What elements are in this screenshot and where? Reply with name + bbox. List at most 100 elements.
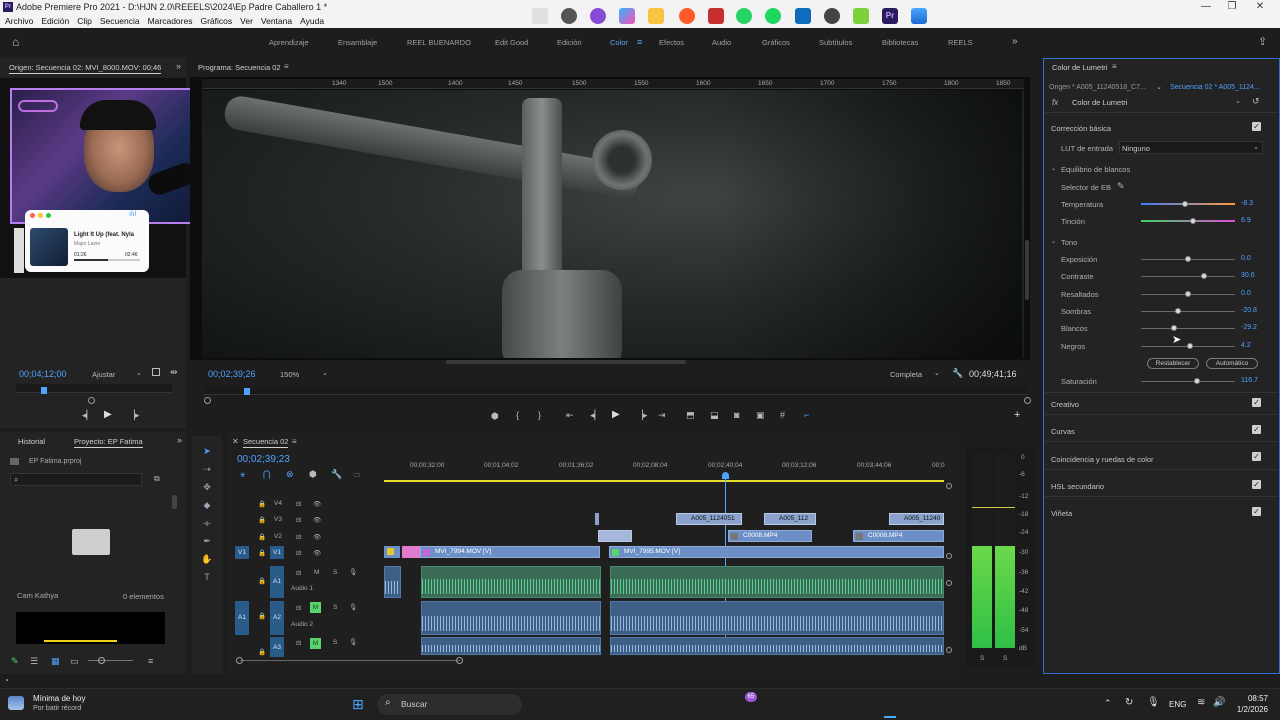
chevron-down-icon[interactable]: ⌄: [934, 369, 940, 377]
source-ruler[interactable]: [16, 384, 172, 393]
linked-selection-icon[interactable]: ⊗: [286, 469, 294, 480]
section-vignette[interactable]: Viñeta: [1051, 509, 1072, 518]
shadows-track[interactable]: [1141, 311, 1235, 312]
program-ruler-bar[interactable]: [204, 386, 1028, 395]
weather-icon[interactable]: [8, 696, 24, 710]
reset-icon[interactable]: ↺: [1252, 96, 1260, 107]
sync-icon[interactable]: ↻: [1125, 697, 1133, 708]
sync-lock-icon[interactable]: ⊟: [296, 533, 301, 541]
zoom-slider[interactable]: [88, 660, 133, 661]
freeform-view-icon[interactable]: ▭: [70, 656, 79, 667]
track-target-v1[interactable]: V1: [270, 546, 284, 559]
mute-a3[interactable]: M: [310, 638, 321, 649]
lock-icon[interactable]: 🔒: [258, 577, 266, 585]
maximize-icon[interactable]: ❐: [1222, 1, 1242, 12]
clip-a3-audio-1[interactable]: [421, 637, 601, 655]
menu-clip[interactable]: Clip: [77, 15, 92, 28]
lock-icon[interactable]: 🔒: [258, 500, 266, 508]
whites-track[interactable]: [1141, 328, 1235, 329]
chevron-down-icon[interactable]: ⌄: [1235, 97, 1241, 105]
panel-expand-icon[interactable]: »: [177, 435, 182, 445]
volume-icon[interactable]: 🔊: [1213, 697, 1225, 708]
ws-aprendizaje[interactable]: Aprendizaje: [269, 38, 309, 47]
outlook-icon[interactable]: [795, 8, 811, 24]
type-tool-icon[interactable]: T: [200, 572, 214, 582]
sync-lock-icon[interactable]: ⊟: [296, 500, 301, 508]
track-target-a3[interactable]: A3: [270, 637, 284, 657]
exposure-knob[interactable]: [1185, 256, 1191, 262]
ws-edicion[interactable]: Edición: [557, 38, 582, 47]
ws-menu-icon[interactable]: ≡: [637, 37, 642, 47]
timeline-h-scrollbar[interactable]: [240, 660, 460, 661]
clip-v2-c0008-1[interactable]: C0008.MP4: [728, 530, 812, 542]
chevron-down-icon[interactable]: ⌄: [1156, 83, 1162, 91]
menu-ayuda[interactable]: Ayuda: [300, 15, 324, 28]
mic-icon[interactable]: 🎙: [349, 603, 357, 611]
program-quality-select[interactable]: Completa: [890, 370, 922, 379]
tone-label[interactable]: Tono: [1061, 238, 1077, 247]
lock-icon[interactable]: 🔒: [258, 549, 266, 557]
chevron-up-icon[interactable]: ⌃: [1104, 698, 1112, 709]
ripple-edit-icon[interactable]: ✥: [200, 482, 214, 493]
whatsapp-icon[interactable]: [736, 8, 752, 24]
section-hsl-secondary[interactable]: HSL secundario: [1051, 482, 1104, 491]
section-basic-correction[interactable]: Corrección básica: [1051, 124, 1111, 133]
blacks-knob[interactable]: [1186, 343, 1193, 349]
menu-archivo[interactable]: Archivo: [5, 15, 33, 28]
ws-reels[interactable]: REELS: [948, 38, 973, 47]
auto-button[interactable]: Automático: [1206, 358, 1258, 369]
clip-a3-audio-2[interactable]: [610, 637, 944, 655]
minimize-icon[interactable]: —: [1196, 1, 1216, 12]
menu-edicion[interactable]: Edición: [41, 15, 69, 28]
clip-v2-short[interactable]: [598, 530, 632, 542]
snap-icon[interactable]: ⋂: [263, 469, 270, 480]
ws-bibliotecas[interactable]: Bibliotecas: [882, 38, 918, 47]
source-playhead[interactable]: [41, 387, 47, 394]
reset-button[interactable]: Restablecer: [1147, 358, 1199, 369]
contrast-knob[interactable]: [1200, 273, 1207, 279]
program-playhead[interactable]: [244, 388, 250, 395]
photos-icon[interactable]: [911, 8, 927, 24]
white-balance-label[interactable]: Equilibrio de blancos: [1061, 165, 1130, 174]
safe-margins-icon[interactable]: ⌐: [804, 410, 809, 420]
lumetri-source-clip[interactable]: Origen * A005_11240518_C7...: [1049, 84, 1153, 91]
grid-icon[interactable]: #: [780, 410, 785, 420]
chevron-down-icon[interactable]: ⌄: [136, 369, 142, 377]
sort-icon[interactable]: ≡: [148, 656, 153, 666]
timeline-ruler[interactable]: 00;00;32;00 00;01;04;02 00;01;36;02 00;0…: [384, 460, 945, 482]
mic-icon[interactable]: 🎙: [349, 568, 357, 576]
step-back-icon[interactable]: ◂▏: [590, 410, 601, 421]
ws-subtitulos[interactable]: Subtítulos: [819, 38, 852, 47]
clip-v1-small[interactable]: [384, 546, 400, 558]
saturation-track[interactable]: [1141, 381, 1235, 382]
captions-icon[interactable]: ▭: [353, 470, 361, 479]
lumetri-effect-name[interactable]: Color de Lumetri: [1072, 98, 1127, 107]
section-curves[interactable]: Curvas: [1051, 427, 1075, 436]
chevron-down-icon[interactable]: ⌄: [1051, 238, 1056, 245]
sync-lock-icon[interactable]: ⊟: [296, 549, 301, 557]
track-target-a2[interactable]: A2: [270, 601, 284, 635]
highlights-knob[interactable]: [1185, 291, 1191, 297]
mark-out-icon[interactable]: }: [538, 410, 541, 420]
close-icon[interactable]: ✕: [232, 437, 239, 446]
shadows-knob[interactable]: [1174, 308, 1181, 314]
bin-name[interactable]: Cam Kathya: [17, 591, 58, 600]
step-forward-icon[interactable]: ▕▸: [636, 410, 647, 421]
ws-audio[interactable]: Audio: [712, 38, 731, 47]
program-zoom-select[interactable]: 150%: [280, 370, 299, 379]
clip-v1-pink[interactable]: [402, 546, 420, 558]
language-indicator[interactable]: ENG: [1169, 700, 1186, 709]
track-zoom-handle[interactable]: [946, 580, 952, 586]
saturation-value[interactable]: 116.7: [1241, 377, 1258, 384]
track-select-icon[interactable]: ⇢: [200, 464, 214, 475]
nest-icon[interactable]: ⚹: [240, 469, 245, 480]
eye-icon[interactable]: 👁: [313, 516, 321, 524]
program-timecode[interactable]: 00;02;39;26: [208, 369, 256, 379]
selection-tool-icon[interactable]: ➤: [200, 446, 214, 457]
menu-secuencia[interactable]: Secuencia: [100, 15, 140, 28]
solo-right[interactable]: S: [1003, 655, 1007, 662]
play-icon[interactable]: ▶: [612, 409, 620, 420]
camera-icon[interactable]: ◙: [734, 410, 739, 420]
clip-a1-small[interactable]: [384, 566, 401, 598]
scrollbar-handle-right[interactable]: [456, 657, 463, 664]
